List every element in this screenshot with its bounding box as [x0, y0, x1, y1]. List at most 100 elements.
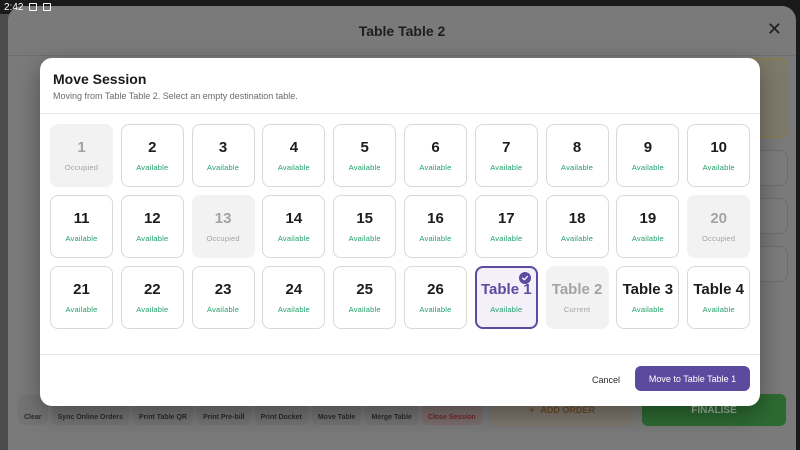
image-icon: [29, 3, 38, 11]
table-status: Current: [563, 304, 591, 314]
table-tile[interactable]: Table 4 Available: [687, 266, 751, 329]
app-icon: [43, 3, 52, 11]
table-tile[interactable]: 17 Available: [474, 195, 538, 258]
table-status: Available: [631, 304, 664, 314]
table-status: Available: [561, 233, 594, 243]
table-number: 11: [73, 209, 90, 227]
table-status: Available: [490, 162, 523, 172]
table-status: Available: [561, 162, 594, 172]
table-number: 9: [643, 138, 653, 156]
table-tile[interactable]: 10 Available: [687, 124, 751, 187]
table-number: 18: [568, 209, 586, 227]
cancel-button[interactable]: Cancel: [592, 375, 620, 385]
table-status: Available: [136, 304, 169, 314]
table-number: 25: [356, 280, 374, 298]
table-number: 8: [572, 138, 582, 156]
table-status: Available: [277, 304, 310, 314]
table-number: 13: [214, 209, 232, 227]
table-tile[interactable]: 8 Available: [545, 124, 609, 187]
table-status: Available: [277, 233, 310, 243]
table-tile[interactable]: 24 Available: [262, 266, 326, 329]
table-number: 7: [502, 138, 511, 156]
table-status: Available: [490, 304, 523, 314]
table-status: Available: [490, 233, 523, 243]
table-number: 5: [360, 138, 369, 156]
table-status: Available: [207, 162, 240, 172]
table-tile[interactable]: 16 Available: [403, 195, 467, 258]
dialog-title: Move Session: [53, 71, 147, 87]
table-number: Table 3: [622, 280, 674, 298]
table-tile: 13 Occupied: [191, 195, 255, 258]
table-number: 12: [143, 209, 161, 227]
table-number: 10: [710, 138, 728, 156]
table-tile[interactable]: 19 Available: [616, 195, 680, 258]
table-number: 3: [218, 138, 228, 156]
table-number: 19: [639, 209, 657, 227]
add-order-label: ADD ORDER: [540, 405, 595, 415]
table-tile[interactable]: 2 Available: [120, 124, 184, 187]
table-status: Available: [631, 233, 664, 243]
table-tile[interactable]: 18 Available: [545, 195, 609, 258]
table-number: 2: [148, 138, 157, 156]
table-tile[interactable]: 21 Available: [50, 266, 113, 329]
table-number: 17: [497, 209, 515, 227]
table-number: 20: [710, 209, 728, 227]
table-status: Available: [419, 233, 452, 243]
table-status: Available: [65, 304, 98, 314]
table-status: Available: [348, 162, 381, 172]
table-tile[interactable]: 5 Available: [333, 124, 397, 187]
plus-icon: +: [529, 405, 535, 415]
status-bar: 2:42: [0, 0, 800, 14]
table-status: Available: [419, 304, 452, 314]
table-number: 26: [427, 280, 444, 298]
table-tile[interactable]: 12 Available: [120, 195, 184, 258]
table-tile[interactable]: 11 Available: [50, 195, 113, 258]
table-tile[interactable]: 3 Available: [191, 124, 255, 187]
table-status: Occupied: [702, 233, 736, 243]
table-status: Available: [348, 233, 381, 243]
table-tile: 1 Occupied: [50, 124, 113, 187]
table-status: Available: [65, 233, 98, 243]
table-status: Available: [277, 162, 310, 172]
table-tile[interactable]: 4 Available: [262, 124, 326, 187]
table-number: 6: [431, 138, 440, 156]
table-tile[interactable]: 14 Available: [262, 195, 326, 258]
table-grid: 1 Occupied 2 Available 3 Available 4 Available 5…: [50, 124, 751, 329]
table-number: 22: [143, 280, 161, 298]
table-status: Available: [207, 304, 240, 314]
move-to-table-button[interactable]: Move to Table Table 1: [635, 366, 750, 391]
table-number: Table 4: [693, 280, 744, 298]
table-tile: 20 Occupied: [687, 195, 751, 258]
table-number: 15: [356, 209, 374, 227]
table-tile[interactable]: 7 Available: [474, 124, 538, 187]
table-tile: Table 2 Current: [545, 266, 609, 329]
table-number: 1: [77, 138, 86, 156]
table-tile[interactable]: 22 Available: [120, 266, 184, 329]
table-tile[interactable]: Table 3 Available: [616, 266, 680, 329]
table-number: 14: [285, 209, 303, 227]
dialog-footer: Cancel Move to Table Table 1: [40, 354, 760, 406]
checkmark-icon: [518, 272, 531, 284]
table-number: 16: [427, 209, 444, 227]
table-tile[interactable]: 25 Available: [333, 266, 397, 329]
table-number: 4: [289, 138, 299, 156]
table-tile[interactable]: Table 1 Available: [474, 266, 538, 329]
table-number: Table 2: [551, 280, 603, 298]
table-status: Available: [631, 162, 664, 172]
table-status: Occupied: [64, 162, 99, 172]
dialog-subtitle: Moving from Table Table 2. Select an emp…: [53, 91, 298, 101]
table-status: Available: [348, 304, 381, 314]
table-status: Available: [136, 162, 169, 172]
table-status: Occupied: [206, 233, 240, 243]
table-tile[interactable]: 26 Available: [403, 266, 467, 329]
table-tile[interactable]: 15 Available: [333, 195, 397, 258]
table-number: 21: [73, 280, 90, 298]
table-tile[interactable]: 23 Available: [191, 266, 255, 329]
table-tile[interactable]: 6 Available: [403, 124, 467, 187]
table-status: Available: [419, 162, 452, 172]
table-status: Available: [136, 233, 169, 243]
close-icon: ✕: [766, 19, 782, 39]
move-session-dialog: Move Session Moving from Table Table 2. …: [40, 58, 760, 406]
status-time: 2:42: [4, 1, 24, 13]
table-tile[interactable]: 9 Available: [616, 124, 680, 187]
